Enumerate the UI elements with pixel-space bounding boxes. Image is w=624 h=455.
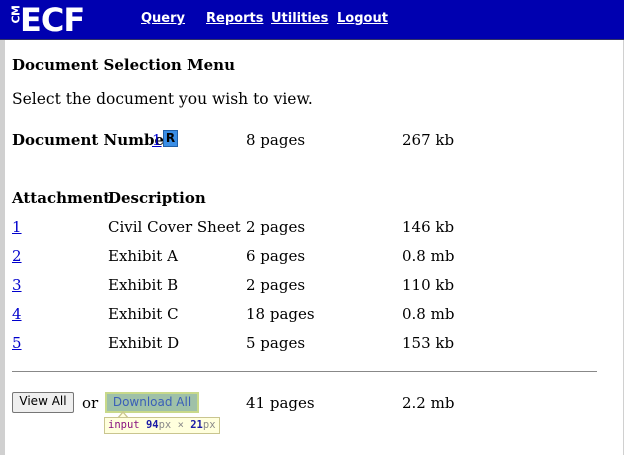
tooltip-height: 21: [190, 419, 203, 431]
page-title: Document Selection Menu: [12, 56, 235, 74]
attachment-pages: 18 pages: [246, 305, 315, 323]
attachment-link-3[interactable]: 3: [12, 276, 22, 294]
tooltip-width: 94: [145, 419, 159, 431]
attachment-pages: 5 pages: [246, 334, 306, 352]
attachment-pages: 2 pages: [246, 276, 306, 294]
attachment-size: 110 kb: [402, 276, 455, 294]
attachment-size: 0.8 mb: [402, 247, 455, 265]
document-number-link[interactable]: 1: [152, 131, 162, 149]
inspector-tooltip: input 94px × 21px: [104, 417, 220, 434]
attachment-link-1[interactable]: 1: [12, 218, 22, 236]
attachment-description: Civil Cover Sheet: [108, 218, 241, 236]
tooltip-times: ×: [177, 419, 184, 431]
attachment-description: Exhibit B: [108, 276, 179, 294]
view-all-button[interactable]: View All: [12, 392, 74, 413]
attachment-size: 146 kb: [402, 218, 455, 236]
top-navigation-bar: CM ECF Query Reports Utilities Logout: [0, 0, 624, 40]
logo-text: ECF: [20, 1, 85, 39]
attachment-pages: 6 pages: [246, 247, 306, 265]
attachment-link-4[interactable]: 4: [12, 305, 22, 323]
cmecf-logo: CM ECF: [4, 0, 99, 40]
attachment-size: 153 kb: [402, 334, 455, 352]
attachment-description: Exhibit D: [108, 334, 180, 352]
or-separator-text: or: [82, 394, 99, 412]
tooltip-height-unit: px: [202, 419, 216, 431]
nav-query-label: Query: [141, 11, 186, 26]
total-size: 2.2 mb: [402, 394, 455, 412]
attachment-link-5[interactable]: 5: [12, 334, 22, 352]
nav-logout-link[interactable]: Logout: [337, 10, 388, 28]
nav-utilities-label: Utilities: [271, 11, 329, 26]
document-size: 267 kb: [402, 131, 455, 149]
description-column-header: Description: [108, 189, 206, 207]
nav-logout-label: Logout: [337, 11, 388, 26]
attachment-column-header: Attachment: [12, 189, 111, 207]
nav-query-link[interactable]: Query: [141, 10, 185, 28]
attachment-link-2[interactable]: 2: [12, 247, 22, 265]
attachment-pages: 2 pages: [246, 218, 306, 236]
nav-reports-label: Reports: [206, 11, 264, 26]
attachment-description: Exhibit A: [108, 247, 178, 265]
tooltip-tag: input: [108, 419, 140, 431]
download-all-button[interactable]: Download All: [105, 392, 199, 413]
document-pages: 8 pages: [246, 131, 306, 149]
restricted-r-icon[interactable]: R: [163, 130, 178, 147]
attachment-description: Exhibit C: [108, 305, 179, 323]
horizontal-divider: [12, 371, 597, 372]
tooltip-width-unit: px: [158, 419, 172, 431]
instructions-text: Select the document you wish to view.: [12, 90, 313, 108]
nav-utilities-link[interactable]: Utilities: [271, 10, 328, 28]
attachment-size: 0.8 mb: [402, 305, 455, 323]
nav-reports-link[interactable]: Reports: [206, 10, 263, 28]
total-pages: 41 pages: [246, 394, 315, 412]
